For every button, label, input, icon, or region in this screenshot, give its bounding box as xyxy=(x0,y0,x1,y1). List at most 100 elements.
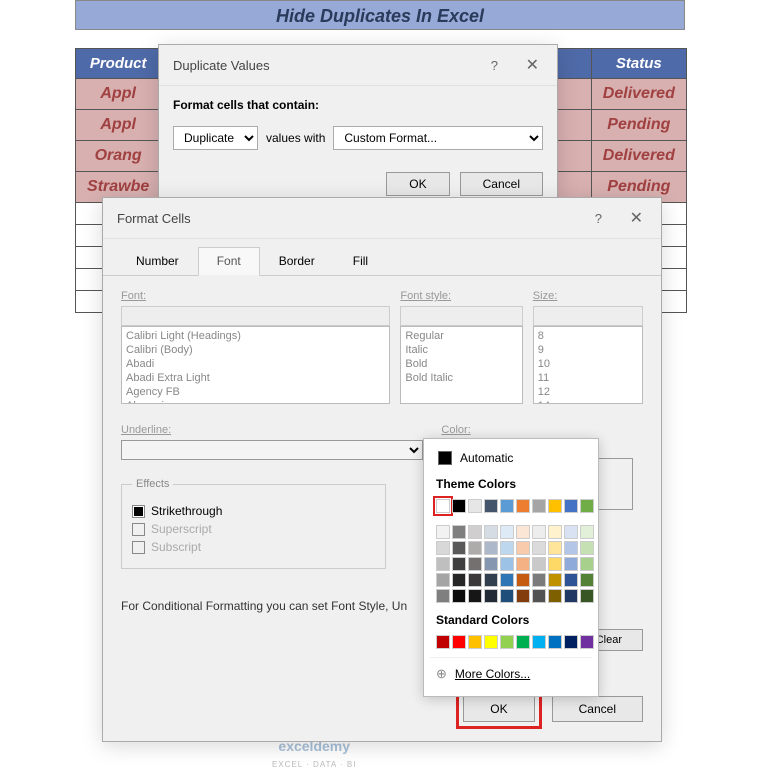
color-swatch[interactable] xyxy=(580,557,594,571)
color-swatch[interactable] xyxy=(500,525,514,539)
font-input[interactable] xyxy=(121,306,390,326)
color-swatch[interactable] xyxy=(548,525,562,539)
color-swatch[interactable] xyxy=(516,541,530,555)
help-icon[interactable]: ? xyxy=(595,211,602,226)
duplicate-mode-select[interactable]: Duplicate xyxy=(173,126,258,150)
color-swatch[interactable] xyxy=(532,525,546,539)
color-swatch[interactable] xyxy=(548,635,562,649)
color-swatch[interactable] xyxy=(436,573,450,587)
color-swatch[interactable] xyxy=(580,635,594,649)
ok-button[interactable]: OK xyxy=(386,172,449,196)
cell-status[interactable]: Pending xyxy=(591,110,686,141)
color-swatch[interactable] xyxy=(500,635,514,649)
color-swatch[interactable] xyxy=(436,541,450,555)
color-swatch[interactable] xyxy=(468,499,482,513)
color-swatch[interactable] xyxy=(468,557,482,571)
color-swatch[interactable] xyxy=(516,525,530,539)
color-swatch[interactable] xyxy=(468,541,482,555)
color-swatch[interactable] xyxy=(436,499,450,513)
automatic-option[interactable]: Automatic xyxy=(430,445,592,471)
color-swatch[interactable] xyxy=(452,557,466,571)
tab-font[interactable]: Font xyxy=(198,247,260,276)
color-swatch[interactable] xyxy=(580,525,594,539)
format-select[interactable]: Custom Format... xyxy=(333,126,543,150)
color-swatch[interactable] xyxy=(436,557,450,571)
close-icon[interactable]: ✕ xyxy=(522,57,543,74)
color-swatch[interactable] xyxy=(500,541,514,555)
color-swatch[interactable] xyxy=(484,635,498,649)
color-swatch[interactable] xyxy=(532,541,546,555)
color-swatch[interactable] xyxy=(452,635,466,649)
color-swatch[interactable] xyxy=(468,525,482,539)
color-swatch[interactable] xyxy=(532,557,546,571)
color-swatch[interactable] xyxy=(580,499,594,513)
cancel-button[interactable]: Cancel xyxy=(460,172,543,196)
color-swatch[interactable] xyxy=(484,589,498,603)
size-list[interactable]: 8910111214 xyxy=(533,326,643,404)
color-swatch[interactable] xyxy=(436,635,450,649)
color-swatch[interactable] xyxy=(436,589,450,603)
help-icon[interactable]: ? xyxy=(491,58,498,73)
color-swatch[interactable] xyxy=(564,499,578,513)
color-swatch[interactable] xyxy=(548,557,562,571)
color-swatch[interactable] xyxy=(516,573,530,587)
subscript-checkbox[interactable] xyxy=(132,541,145,554)
color-swatch[interactable] xyxy=(548,541,562,555)
color-swatch[interactable] xyxy=(452,499,466,513)
color-swatch[interactable] xyxy=(548,573,562,587)
color-swatch[interactable] xyxy=(564,525,578,539)
color-swatch[interactable] xyxy=(468,573,482,587)
underline-select[interactable] xyxy=(121,440,423,460)
close-icon[interactable]: ✕ xyxy=(626,210,647,227)
color-swatch[interactable] xyxy=(564,541,578,555)
col-header-status[interactable]: Status xyxy=(591,49,686,79)
color-swatch[interactable] xyxy=(532,635,546,649)
color-swatch[interactable] xyxy=(484,525,498,539)
color-swatch[interactable] xyxy=(452,525,466,539)
cancel-button[interactable]: Cancel xyxy=(552,696,643,722)
color-swatch[interactable] xyxy=(484,541,498,555)
color-swatch[interactable] xyxy=(516,589,530,603)
color-swatch[interactable] xyxy=(484,499,498,513)
ok-button[interactable]: OK xyxy=(463,696,534,722)
color-swatch[interactable] xyxy=(564,589,578,603)
cell-product[interactable]: Appl xyxy=(76,79,161,110)
color-swatch[interactable] xyxy=(516,499,530,513)
more-colors-option[interactable]: ⊕ More Colors... xyxy=(430,657,592,690)
size-input[interactable] xyxy=(533,306,643,326)
tab-border[interactable]: Border xyxy=(260,247,334,275)
color-swatch[interactable] xyxy=(484,557,498,571)
color-swatch[interactable] xyxy=(564,573,578,587)
color-swatch[interactable] xyxy=(548,499,562,513)
tab-fill[interactable]: Fill xyxy=(334,247,387,275)
color-swatch[interactable] xyxy=(468,589,482,603)
color-swatch[interactable] xyxy=(532,499,546,513)
color-swatch[interactable] xyxy=(548,589,562,603)
color-swatch[interactable] xyxy=(468,635,482,649)
cell-status[interactable]: Delivered xyxy=(591,141,686,172)
color-swatch[interactable] xyxy=(500,573,514,587)
color-swatch[interactable] xyxy=(580,573,594,587)
color-swatch[interactable] xyxy=(516,557,530,571)
superscript-checkbox[interactable] xyxy=(132,523,145,536)
color-swatch[interactable] xyxy=(564,557,578,571)
color-swatch[interactable] xyxy=(532,589,546,603)
style-list[interactable]: RegularItalicBoldBold Italic xyxy=(400,326,522,404)
color-swatch[interactable] xyxy=(500,557,514,571)
cell-product[interactable]: Appl xyxy=(76,110,161,141)
color-swatch[interactable] xyxy=(452,573,466,587)
cell-status[interactable]: Delivered xyxy=(591,79,686,110)
color-swatch[interactable] xyxy=(500,499,514,513)
color-swatch[interactable] xyxy=(500,589,514,603)
color-swatch[interactable] xyxy=(452,541,466,555)
color-swatch[interactable] xyxy=(580,541,594,555)
strikethrough-checkbox[interactable] xyxy=(132,505,145,518)
color-swatch[interactable] xyxy=(564,635,578,649)
col-header-product[interactable]: Product xyxy=(76,49,161,79)
cell-product[interactable]: Orang xyxy=(76,141,161,172)
color-swatch[interactable] xyxy=(516,635,530,649)
style-input[interactable] xyxy=(400,306,522,326)
color-swatch[interactable] xyxy=(580,589,594,603)
color-swatch[interactable] xyxy=(436,525,450,539)
color-swatch[interactable] xyxy=(452,589,466,603)
